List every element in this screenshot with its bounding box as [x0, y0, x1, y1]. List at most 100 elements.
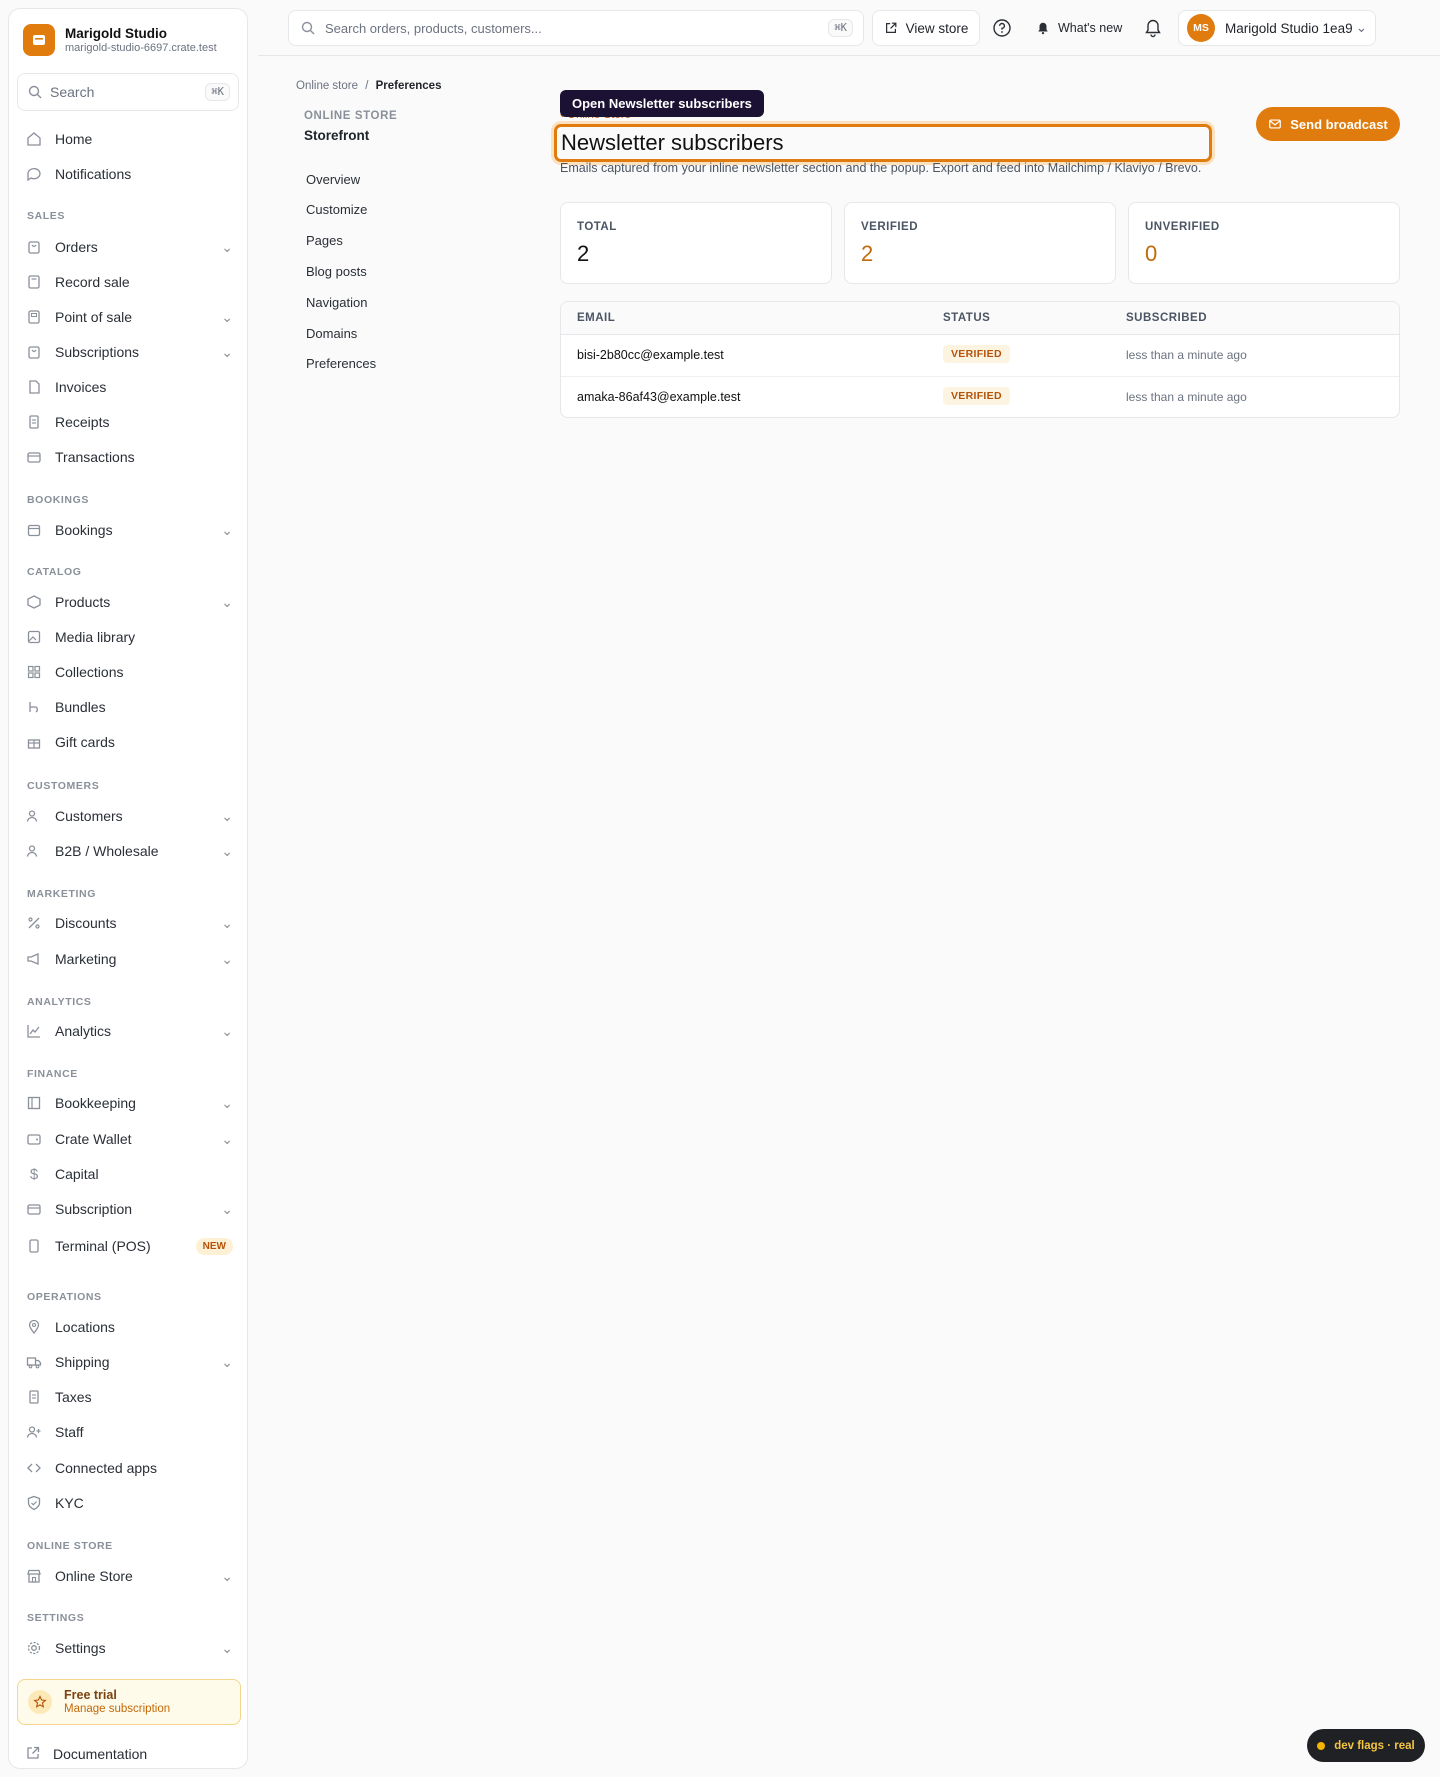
sidebar-item-capital[interactable]: $ Capital	[17, 1158, 241, 1190]
brand[interactable]: Marigold Studio marigold-studio-6697.cra…	[9, 9, 247, 57]
table-row[interactable]: amaka-86af43@example.test VERIFIED less …	[561, 377, 1399, 417]
gear-icon	[25, 1639, 43, 1657]
dollar-icon: $	[29, 1165, 39, 1183]
sidebar-item-marketing[interactable]: Marketing ⌄	[17, 943, 241, 975]
subnav-item-customize[interactable]: Customize	[306, 202, 367, 217]
sidebar-item-label: Receipts	[55, 414, 110, 430]
sidebar-item-bookings[interactable]: Bookings ⌄	[17, 514, 241, 546]
chevron-down-icon: ⌄	[221, 807, 233, 824]
sidebar-item-point-of-sale[interactable]: Point of sale ⌄	[17, 301, 241, 333]
sidebar-item-label: Subscription	[55, 1201, 133, 1217]
sidebar-item-subscriptions[interactable]: Subscriptions ⌄	[17, 336, 241, 368]
sidebar-item-label: Gift cards	[55, 734, 115, 750]
sidebar-item-discounts[interactable]: Discounts ⌄	[17, 907, 241, 939]
sidebar-item-collections[interactable]: Collections	[17, 656, 241, 688]
subnav-item-domains[interactable]: Domains	[306, 326, 357, 341]
sidebar-item-crate-wallet[interactable]: Crate Wallet ⌄	[17, 1123, 241, 1155]
sidebar-item-label: Analytics	[55, 1023, 112, 1039]
stat-label: TOTAL	[577, 221, 617, 233]
page-subtitle: Emails captured from your inline newslet…	[560, 161, 1202, 175]
subnav-item-overview[interactable]: Overview	[306, 172, 360, 187]
sidebar-item-label: B2B / Wholesale	[55, 843, 159, 859]
sidebar-item-locations[interactable]: Locations	[17, 1311, 241, 1343]
documentation-label: Documentation	[53, 1746, 148, 1762]
dev-flags-pill[interactable]: dev flags · real	[1307, 1729, 1425, 1762]
sidebar-item-terminal-pos[interactable]: Terminal (POS) NEW	[17, 1230, 241, 1262]
sidebar-item-shipping[interactable]: Shipping ⌄	[17, 1346, 241, 1378]
sidebar-item-online-store[interactable]: Online Store ⌄	[17, 1560, 241, 1592]
sidebar-item-subscription[interactable]: Subscription ⌄	[17, 1193, 241, 1225]
sidebar-item-bookkeeping[interactable]: Bookkeeping ⌄	[17, 1087, 241, 1119]
sidebar-item-transactions[interactable]: Transactions	[17, 441, 241, 473]
sidebar-item-notifications[interactable]: Notifications	[17, 158, 241, 190]
users-icon	[25, 842, 43, 860]
sidebar-item-orders[interactable]: Orders ⌄	[17, 231, 241, 263]
stat-value: 0	[1145, 241, 1158, 266]
breadcrumb-separator: /	[365, 80, 369, 92]
help-button[interactable]	[991, 17, 1013, 39]
map-pin-icon	[25, 1318, 43, 1336]
chevron-down-icon: ⌄	[221, 308, 233, 325]
sidebar-item-b2b-wholesale[interactable]: B2B / Wholesale ⌄	[17, 835, 241, 867]
sidebar-item-connected-apps[interactable]: Connected apps	[17, 1452, 241, 1484]
section-heading-finance: FINANCE	[27, 1068, 78, 1080]
sidebar-item-label: Subscriptions	[55, 344, 140, 360]
sidebar-item-gift-cards[interactable]: Gift cards	[17, 726, 241, 758]
stat-card-verified: VERIFIED 2	[844, 202, 1116, 284]
sidebar-item-label: Products	[55, 594, 111, 610]
sidebar-item-analytics[interactable]: Analytics ⌄	[17, 1015, 241, 1047]
sidebar-search[interactable]: Search ⌘K	[17, 73, 239, 111]
stat-value: 2	[861, 241, 874, 266]
sidebar-item-settings[interactable]: Settings ⌄	[17, 1632, 241, 1664]
stat-label: UNVERIFIED	[1145, 221, 1220, 233]
sidebar-item-invoices[interactable]: Invoices	[17, 371, 241, 403]
megaphone-icon	[25, 950, 43, 968]
whats-new-label: What's new	[1058, 21, 1123, 35]
breadcrumb-parent[interactable]: Online store	[296, 80, 358, 92]
subnav-item-pages[interactable]: Pages	[306, 233, 343, 248]
chevron-down-icon: ⌄	[221, 842, 233, 859]
sidebar-item-label: Shipping	[55, 1354, 110, 1370]
subnav-section-label: ONLINE STORE	[304, 110, 398, 122]
whats-new-button[interactable]: What's new	[1036, 10, 1122, 46]
bag-icon	[25, 343, 43, 361]
account-menu[interactable]: MS Marigold Studio 1ea9 ⌄	[1178, 10, 1376, 46]
percent-icon	[25, 914, 43, 932]
user-plus-icon	[25, 1423, 43, 1441]
documentation-link[interactable]: Documentation	[17, 1739, 155, 1769]
section-heading-catalog: CATALOG	[27, 566, 82, 578]
sidebar-item-media-library[interactable]: Media library	[17, 621, 241, 653]
sidebar-item-kyc[interactable]: KYC	[17, 1487, 241, 1519]
send-broadcast-button[interactable]: Send broadcast	[1256, 107, 1400, 141]
free-trial-card[interactable]: Free trial Manage subscription	[17, 1679, 241, 1725]
bag-icon	[25, 238, 43, 256]
sidebar-item-products[interactable]: Products ⌄	[17, 586, 241, 618]
table-row[interactable]: bisi-2b80cc@example.test VERIFIED less t…	[561, 335, 1399, 377]
manage-subscription-link[interactable]: Manage subscription	[64, 1702, 170, 1716]
code-icon	[25, 1459, 43, 1477]
subnav-item-blog-posts[interactable]: Blog posts	[306, 264, 367, 279]
bundle-icon	[25, 698, 43, 716]
sidebar-item-bundles[interactable]: Bundles	[17, 691, 241, 723]
sidebar-item-label: Marketing	[55, 951, 117, 967]
notifications-button[interactable]	[1142, 17, 1164, 39]
global-search-input[interactable]: Search orders, products, customers... ⌘K	[288, 10, 864, 46]
sidebar-item-receipts[interactable]: Receipts	[17, 406, 241, 438]
sidebar-item-home[interactable]: Home	[17, 123, 241, 155]
storefront-icon	[25, 1567, 43, 1585]
sidebar-item-taxes[interactable]: Taxes	[17, 1381, 241, 1413]
image-icon	[25, 628, 43, 646]
breadcrumb: Online store / Preferences	[296, 80, 441, 92]
sidebar-item-staff[interactable]: Staff	[17, 1416, 241, 1448]
sidebar-item-record-sale[interactable]: Record sale	[17, 266, 241, 298]
subnav-item-navigation[interactable]: Navigation	[306, 295, 367, 310]
subnav-item-preferences[interactable]: Preferences	[306, 356, 376, 371]
section-heading-marketing: MARKETING	[27, 888, 96, 900]
sidebar-item-customers[interactable]: Customers ⌄	[17, 800, 241, 832]
sidebar-search-label: Search	[50, 84, 95, 100]
sidebar-item-label: Staff	[55, 1424, 84, 1440]
sidebar-item-label: Point of sale	[55, 309, 133, 325]
sidebar-item-label: Taxes	[55, 1389, 92, 1405]
stat-card-unverified: UNVERIFIED 0	[1128, 202, 1400, 284]
view-store-button[interactable]: View store	[872, 10, 980, 46]
